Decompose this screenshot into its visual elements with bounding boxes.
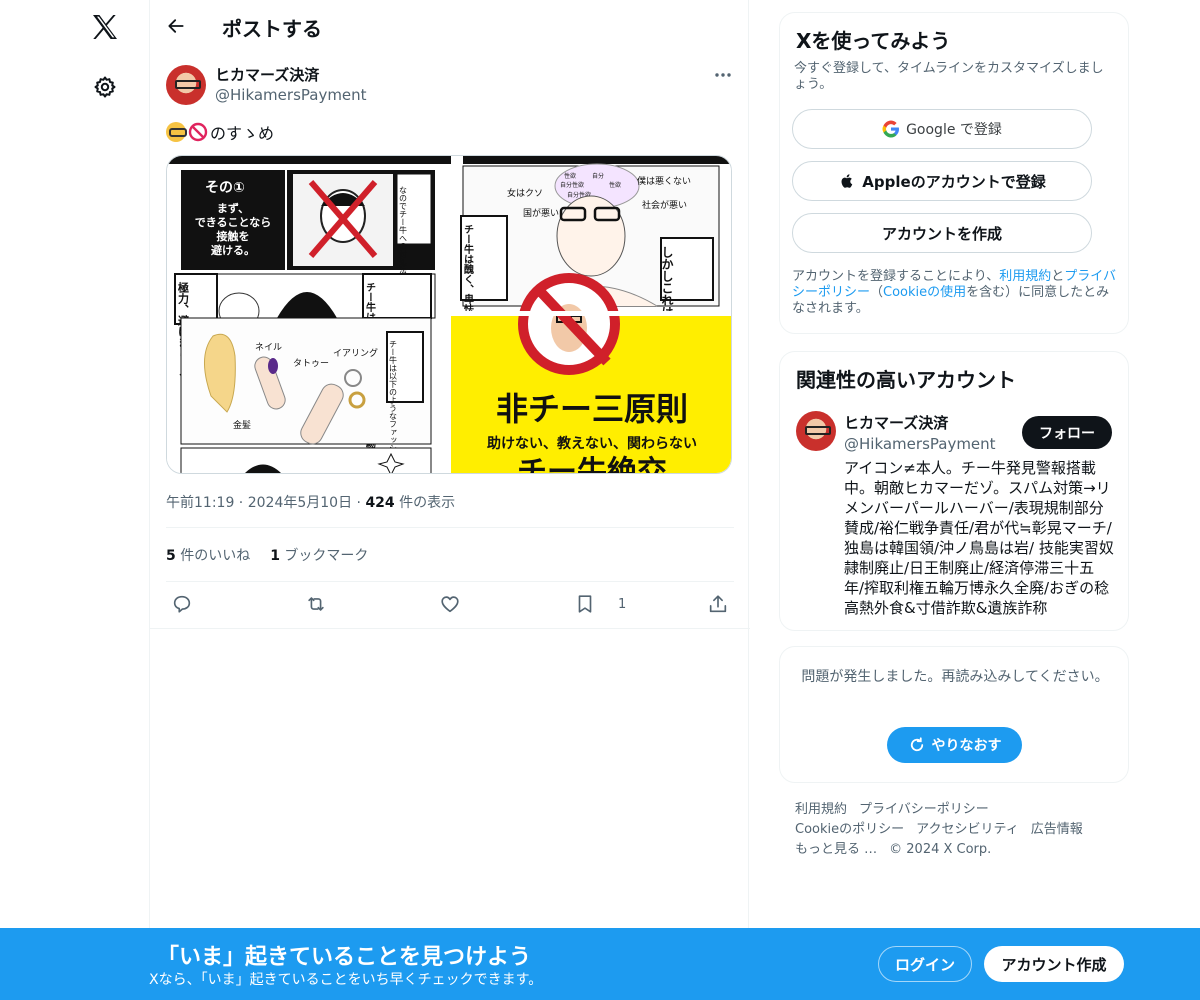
more-options-icon[interactable] <box>712 66 734 84</box>
panel4-label-3: イアリング <box>333 347 378 359</box>
google-signup-button[interactable]: Google で登録 <box>792 109 1092 149</box>
left-nav <box>0 0 150 1000</box>
view-label: 件の表示 <box>399 495 456 511</box>
error-message: 問題が発生しました。再読み込みしてください。 <box>801 669 1109 685</box>
panel2-label-3: 僕は悪くない <box>637 175 691 187</box>
signup-button[interactable]: アカウント作成 <box>984 946 1124 982</box>
follow-button[interactable]: フォロー <box>1022 416 1112 449</box>
repost-icon[interactable] <box>305 593 327 615</box>
panel2-label-1: 女はクソ <box>507 187 543 199</box>
google-signup-label: Google で登録 <box>906 122 1002 138</box>
apple-logo-icon <box>841 174 853 188</box>
page-title: ポストする <box>222 17 322 41</box>
bookmark-count: 1 <box>618 597 627 612</box>
avatar[interactable] <box>796 411 836 451</box>
panel5-bottom: チー牛絶交 <box>517 455 667 474</box>
heart-icon[interactable] <box>439 593 461 615</box>
error-card: 問題が発生しました。再読み込みしてください。 やりなおす <box>779 646 1129 783</box>
banner-subtitle: Xなら、「いま」起きていることをいち早くチェックできます。 <box>149 972 543 988</box>
panel2-label-5: 性欲 <box>564 172 576 180</box>
panel4-label-1: ネイル <box>255 342 282 353</box>
related-handle[interactable]: @HikamersPayment <box>844 435 996 453</box>
refresh-icon <box>910 737 923 752</box>
post-date[interactable]: 2024年5月10日 <box>248 495 352 511</box>
signup-title: Xを使ってみよう <box>796 29 951 53</box>
panel2-label-6: 自分 <box>592 172 604 180</box>
related-name[interactable]: ヒカマーズ決済 <box>844 412 948 433</box>
post-text-body: のすゝめ <box>210 124 275 143</box>
panel1-heading: その① <box>205 180 245 196</box>
action-bar: 1 <box>170 593 730 617</box>
likes-stat[interactable]: 5 件のいいね <box>166 545 250 565</box>
divider <box>166 581 734 582</box>
footer-more[interactable]: もっと見る … <box>795 842 877 857</box>
post-media[interactable]: その① まず、 できることなら 接触を 避ける。 なのでチー牛への対処法を教えた… <box>166 155 732 474</box>
footer-privacy[interactable]: プライバシーポリシー <box>859 802 989 817</box>
retry-label: やりなおす <box>931 738 1002 754</box>
signup-subtitle: 今すぐ登録して、タイムラインをカスタマイズしましょう。 <box>794 61 1104 92</box>
panel1-line1: まず、 <box>217 201 249 215</box>
divider <box>166 527 734 528</box>
terms-text: アカウントを登録することにより、利用規約とプライバシーポリシー（Cookieの使… <box>792 269 1117 316</box>
manga-image: その① まず、 できることなら 接触を 避ける。 なのでチー牛への対処法を教えた… <box>167 156 731 474</box>
create-account-button[interactable]: アカウントを作成 <box>792 213 1092 253</box>
banner-title: 「いま」起きていることを見つけよう <box>157 945 532 970</box>
panel1-line3: 接触を <box>217 229 250 243</box>
panel1-line2: できることなら <box>195 216 271 229</box>
panel1-line4: 避ける。 <box>211 243 255 257</box>
top-bar: ポストする <box>150 0 750 53</box>
panel2-label-8: 性欲 <box>609 181 621 189</box>
create-account-label: アカウントを作成 <box>881 224 1002 243</box>
footer-cookie[interactable]: Cookieのポリシー <box>795 822 904 837</box>
login-button[interactable]: ログイン <box>878 946 972 982</box>
related-bio: アイコン≠本人。チー牛発見警報搭載中。朝敵ヒカマーだゾ。スパム対策→リメンバーパ… <box>844 459 1114 617</box>
divider <box>150 628 750 629</box>
panel4-label-2: タトゥー <box>293 358 329 369</box>
bottom-banner: 「いま」起きていることを見つけよう Xなら、「いま」起きていることをいち早くチェ… <box>0 928 1200 1000</box>
main-column: ポストする ヒカマーズ決済 @HikamersPayment のすゝめ その① … <box>149 0 750 1000</box>
view-count: 424 <box>365 495 395 511</box>
panel5-subtitle: 助けない、教えない、関わらない <box>487 435 697 452</box>
x-logo-icon[interactable] <box>89 11 121 43</box>
footer-links: 利用規約 プライバシーポリシー Cookieのポリシー アクセシビリティ 広告情報 も… <box>795 800 1125 860</box>
google-logo-icon <box>882 120 900 138</box>
gear-icon[interactable] <box>93 75 117 99</box>
footer-terms[interactable]: 利用規約 <box>795 802 847 817</box>
panel5-title: 非チー三原則 <box>496 390 688 428</box>
post-meta: 午前11:19 · 2024年5月10日 · 424 件の表示 <box>166 495 456 511</box>
nerd-face-emoji <box>166 122 187 142</box>
prohibited-emoji <box>188 122 208 142</box>
apple-signup-label: Appleのアカウントで登録 <box>862 172 1046 191</box>
bookmarks-stat[interactable]: 1 ブックマーク <box>270 545 368 565</box>
related-accounts-card: 関連性の高いアカウント ヒカマーズ決済 @HikamersPayment フォロ… <box>779 351 1129 631</box>
bookmark-icon[interactable] <box>574 593 596 615</box>
author-name[interactable]: ヒカマーズ決済 <box>215 64 319 85</box>
apple-signup-button[interactable]: Appleのアカウントで登録 <box>792 161 1092 201</box>
share-icon[interactable] <box>707 593 729 615</box>
avatar[interactable] <box>166 65 206 105</box>
panel2-label-2: 国が悪い <box>523 207 559 219</box>
footer-copyright: © 2024 X Corp. <box>889 842 992 857</box>
retry-button[interactable]: やりなおす <box>887 727 1022 763</box>
author-handle[interactable]: @HikamersPayment <box>215 86 367 104</box>
back-arrow-icon[interactable] <box>166 16 186 36</box>
cookie-link[interactable]: Cookieの使用 <box>883 285 966 300</box>
footer-ads[interactable]: 広告情報 <box>1031 822 1083 837</box>
footer-accessibility[interactable]: アクセシビリティ <box>916 822 1019 837</box>
reply-icon[interactable] <box>171 593 193 615</box>
panel4-label-4: 金髪 <box>233 419 251 431</box>
terms-link[interactable]: 利用規約 <box>999 269 1051 284</box>
post-time[interactable]: 午前11:19 <box>166 495 234 511</box>
related-title: 関連性の高いアカウント <box>796 368 1016 392</box>
panel2-label-7: 自分性欲 <box>560 181 584 189</box>
post-text: のすゝめ <box>166 120 274 144</box>
panel2-label-4: 社会が悪い <box>642 199 687 211</box>
signup-card: Xを使ってみよう 今すぐ登録して、タイムラインをカスタマイズしましょう。 Goo… <box>779 12 1129 334</box>
post-stats: 5 件のいいね 1 ブックマーク <box>166 545 368 565</box>
